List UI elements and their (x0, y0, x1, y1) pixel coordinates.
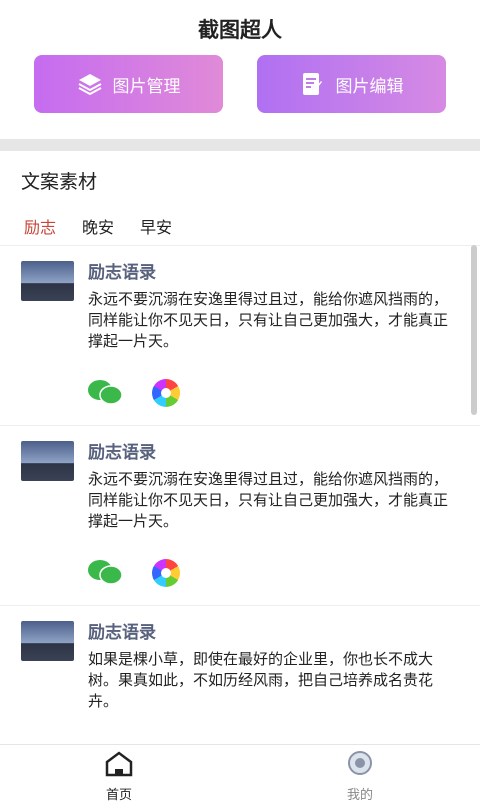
card-title: 励志语录 (88, 263, 156, 283)
image-edit-label: 图片编辑 (335, 76, 404, 97)
layers-icon (78, 74, 101, 96)
card-thumbnail (21, 261, 74, 301)
edit-document-icon (302, 73, 322, 95)
tab-lizhi[interactable]: 励志 (24, 214, 56, 238)
user-icon (348, 751, 372, 775)
card-text: 永远不要沉溺在安逸里得过且过，能给你遮风挡雨的，同样能让你不见天日，只有让自己更… (88, 290, 449, 350)
image-manage-label: 图片管理 (112, 76, 181, 97)
list-item[interactable]: 励志语录 永远不要沉溺在安逸里得过且过，能给你遮风挡雨的，同样能让你不见天日，只… (0, 425, 480, 603)
wechat-icon[interactable] (87, 559, 123, 585)
tab-zaoan[interactable]: 早安 (140, 214, 172, 238)
nav-mine-label: 我的 (346, 788, 373, 803)
card-title: 励志语录 (88, 443, 156, 463)
moments-icon[interactable] (152, 379, 180, 407)
scrollbar[interactable] (471, 245, 477, 415)
home-icon (105, 751, 133, 777)
nav-home-label: 首页 (105, 788, 132, 803)
card-text: 如果是棵小草，即使在最好的企业里，你也长不成大树。果真如此，不如历经风雨，把自己… (88, 650, 434, 710)
tab-wanan[interactable]: 晚安 (82, 214, 114, 238)
list-item[interactable]: 励志语录 永远不要沉溺在安逸里得过且过，能给你遮风挡雨的，同样能让你不见天日，只… (0, 245, 480, 423)
wechat-icon[interactable] (87, 379, 123, 405)
image-manage-button[interactable]: 图片管理 (34, 55, 223, 113)
card-title: 励志语录 (88, 623, 156, 643)
list-item[interactable]: 励志语录 如果是棵小草，即使在最好的企业里，你也长不成大树。果真如此，不如历经风… (0, 605, 480, 743)
card-thumbnail (21, 441, 74, 481)
divider (0, 139, 480, 151)
bottom-nav: 首页 我的 (0, 744, 480, 803)
nav-mine[interactable]: 我的 (330, 751, 390, 803)
nav-home[interactable]: 首页 (89, 751, 149, 803)
card-thumbnail (21, 621, 74, 661)
section-title: 文案素材 (21, 171, 98, 193)
moments-icon[interactable] (152, 559, 180, 587)
card-text: 永远不要沉溺在安逸里得过且过，能给你遮风挡雨的，同样能让你不见天日，只有让自己更… (88, 470, 449, 530)
app-title: 截图超人 (198, 18, 282, 42)
category-tabs: 励志 晚安 早安 (24, 214, 198, 238)
image-edit-button[interactable]: 图片编辑 (257, 55, 446, 113)
